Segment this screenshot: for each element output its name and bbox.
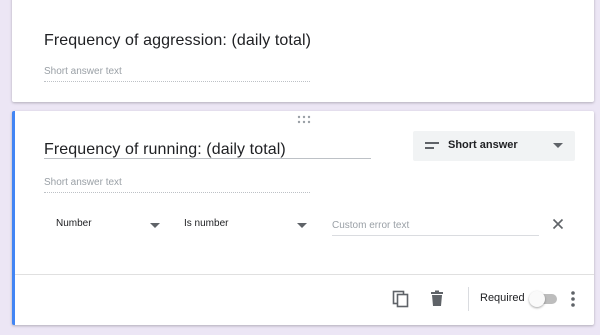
question-title: Frequency of aggression: (daily total) (44, 32, 312, 49)
short-answer-icon (425, 142, 439, 149)
chevron-down-icon (150, 223, 160, 228)
question-type-label: Short answer (448, 139, 518, 151)
footer-divider (15, 274, 594, 275)
validation-category-dropdown[interactable]: Number (56, 215, 160, 235)
required-toggle[interactable] (529, 290, 559, 308)
question-title-input[interactable]: Frequency of running: (daily total) (44, 141, 286, 159)
delete-icon[interactable] (427, 289, 447, 309)
validation-condition-dropdown[interactable]: Is number (184, 215, 307, 235)
close-icon[interactable] (550, 216, 566, 232)
duplicate-icon[interactable] (391, 289, 411, 309)
validation-condition-value: Is number (184, 218, 229, 229)
footer-separator (468, 287, 469, 311)
question-card-running[interactable]: Frequency of running: (daily total) Shor… (12, 111, 594, 325)
short-answer-placeholder: Short answer text (44, 177, 310, 193)
question-type-dropdown[interactable]: Short answer (413, 131, 575, 161)
question-card-aggression[interactable]: Frequency of aggression: (daily total) S… (12, 0, 594, 102)
chevron-down-icon (297, 223, 307, 228)
chevron-down-icon (553, 143, 563, 148)
title-underline (44, 158, 371, 159)
validation-category-value: Number (56, 218, 92, 229)
short-answer-placeholder: Short answer text (44, 66, 310, 82)
more-vert-icon[interactable] (566, 289, 580, 309)
required-label: Required (480, 292, 525, 304)
custom-error-text-input[interactable] (332, 216, 539, 236)
toggle-knob (529, 291, 545, 307)
drag-handle-icon[interactable] (296, 115, 312, 125)
